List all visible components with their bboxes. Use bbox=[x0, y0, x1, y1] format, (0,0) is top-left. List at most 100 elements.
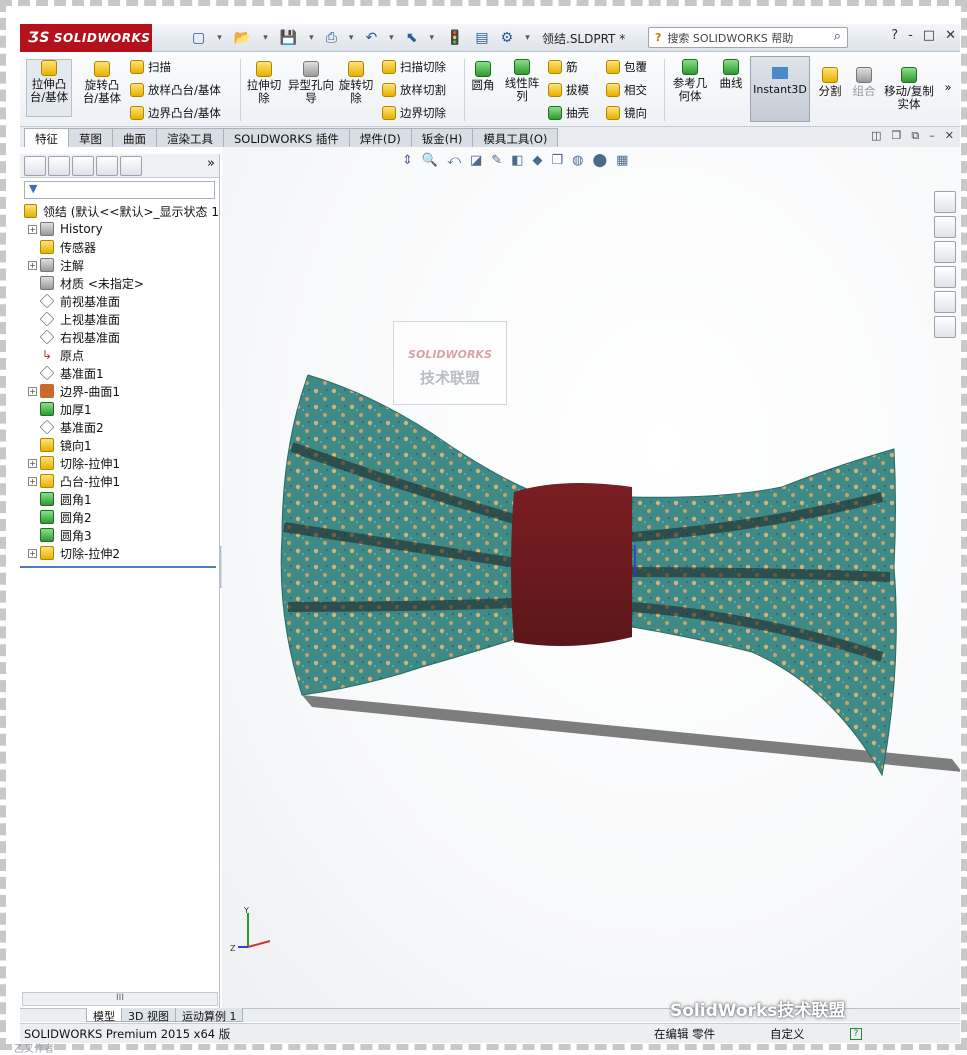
tree-item-top-plane[interactable]: 上视基准面 bbox=[20, 310, 219, 328]
extrude-cut-button[interactable]: 拉伸切除 bbox=[244, 61, 284, 105]
wrap-icon bbox=[606, 60, 620, 74]
options-icon[interactable]: ⚙ bbox=[501, 30, 514, 46]
tree-root[interactable]: 领结 (默认<<默认>_显示状态 1 bbox=[20, 202, 219, 220]
tree-item-mirror1[interactable]: 镜向1 bbox=[20, 436, 219, 454]
minimize-view-icon[interactable]: – bbox=[929, 129, 935, 143]
tree-item-origin[interactable]: ↳ 原点 bbox=[20, 346, 219, 364]
tree-item-front-plane[interactable]: 前视基准面 bbox=[20, 292, 219, 310]
instant3d-button[interactable]: Instant3D bbox=[750, 56, 810, 122]
extrude-boss-button[interactable]: 拉伸凸台/基体 bbox=[26, 59, 72, 117]
property-manager-tab[interactable] bbox=[48, 156, 70, 176]
tab-surfaces[interactable]: 曲面 bbox=[112, 128, 157, 147]
tab-weldments[interactable]: 焊件(D) bbox=[348, 128, 412, 147]
graphics-area[interactable]: ⇕ 🔍 ⤺ ◪ ✎ ◧ ◆ ❒ ◍ ⬤ ▦ SOLIDWORKS 技术联盟 Y … bbox=[222, 147, 960, 1008]
tree-item-right-plane[interactable]: 右视基准面 bbox=[20, 328, 219, 346]
more-tabs-icon[interactable]: » bbox=[207, 156, 215, 175]
tree-item-fillet1[interactable]: 圆角1 bbox=[20, 490, 219, 508]
configuration-manager-tab[interactable] bbox=[72, 156, 94, 176]
tree-item-fillet2[interactable]: 圆角2 bbox=[20, 508, 219, 526]
loft-boss-button[interactable]: 放样凸台/基体 bbox=[130, 82, 221, 98]
tab-mold-tools[interactable]: 模具工具(O) bbox=[472, 128, 559, 147]
rib-icon bbox=[548, 60, 562, 74]
tab-3d-views[interactable]: 3D 视图 bbox=[121, 1008, 176, 1023]
split-view-icon[interactable]: ◫ bbox=[871, 129, 881, 143]
shell-button[interactable]: 抽壳 bbox=[548, 105, 589, 121]
dimxpert-manager-tab[interactable] bbox=[96, 156, 118, 176]
status-help-icon[interactable]: ? bbox=[850, 1027, 862, 1040]
bow-tie-model[interactable] bbox=[222, 147, 960, 1008]
expand-icon[interactable]: + bbox=[28, 476, 37, 486]
curves-button[interactable]: 曲线 bbox=[716, 59, 746, 90]
tree-item-cut-extrude1[interactable]: + 切除-拉伸1 bbox=[20, 454, 219, 472]
mirror-button[interactable]: 镜向 bbox=[606, 105, 647, 121]
sweep-cut-button[interactable]: 扫描切除 bbox=[382, 59, 446, 75]
intersect-button[interactable]: 相交 bbox=[606, 82, 647, 98]
help-button[interactable]: ? bbox=[891, 28, 898, 43]
tree-item-boss-extrude1[interactable]: + 凸台-拉伸1 bbox=[20, 472, 219, 490]
status-units[interactable]: 自定义 bbox=[770, 1026, 805, 1042]
tree-item-plane1[interactable]: 基准面1 bbox=[20, 364, 219, 382]
minimize-button[interactable]: - bbox=[908, 28, 913, 43]
tree-item-cut-extrude2[interactable]: + 切除-拉伸2 bbox=[20, 544, 219, 562]
close-button[interactable]: ✕ bbox=[945, 28, 956, 43]
expand-icon[interactable]: + bbox=[28, 458, 37, 468]
help-search-input[interactable]: ? 搜索 SOLIDWORKS 帮助 ⌕ bbox=[648, 27, 848, 48]
display-manager-tab[interactable] bbox=[120, 156, 142, 176]
tree-item-history[interactable]: + History bbox=[20, 220, 219, 238]
select-icon[interactable]: ⬉ bbox=[406, 30, 418, 46]
ribbon-more-icon[interactable]: » bbox=[942, 81, 954, 94]
expand-icon[interactable]: + bbox=[28, 224, 37, 234]
tree-item-sensors[interactable]: 传感器 bbox=[20, 238, 219, 256]
revolve-boss-button[interactable]: 旋转凸台/基体 bbox=[78, 61, 126, 105]
boundary-boss-button[interactable]: 边界凸台/基体 bbox=[130, 105, 221, 121]
combine-button[interactable]: 组合 bbox=[850, 67, 878, 98]
tab-motion-study[interactable]: 运动算例 1 bbox=[174, 1008, 244, 1023]
tree-item-annotations[interactable]: + 注解 bbox=[20, 256, 219, 274]
save-icon[interactable]: 💾 bbox=[280, 30, 297, 46]
expand-icon[interactable]: + bbox=[28, 386, 37, 396]
expand-icon[interactable]: + bbox=[28, 260, 37, 270]
feature-manager-tab[interactable] bbox=[24, 156, 46, 176]
fillet-button[interactable]: 圆角 bbox=[468, 61, 498, 92]
loft-cut-button[interactable]: 放样切割 bbox=[382, 82, 446, 98]
rollback-bar[interactable] bbox=[20, 566, 216, 568]
tab-addins[interactable]: SOLIDWORKS 插件 bbox=[223, 128, 350, 147]
tree-scrollbar[interactable]: III bbox=[22, 992, 218, 1006]
wrap-button[interactable]: 包覆 bbox=[606, 59, 647, 75]
undo-icon[interactable]: ↶ bbox=[365, 30, 377, 46]
tile-view-icon[interactable]: ⧉ bbox=[911, 129, 919, 143]
close-view-icon[interactable]: ✕ bbox=[945, 129, 954, 143]
new-file-icon[interactable]: ▢ bbox=[192, 30, 205, 46]
tab-render-tools[interactable]: 渲染工具 bbox=[156, 128, 224, 147]
tab-model[interactable]: 模型 bbox=[86, 1008, 122, 1023]
solidworks-logo[interactable]: ƷS SOLIDWORKS bbox=[20, 23, 152, 52]
sweep-button[interactable]: 扫描 bbox=[130, 59, 171, 75]
hole-wizard-button[interactable]: 异型孔向导 bbox=[288, 61, 334, 105]
tree-item-thicken1[interactable]: 加厚1 bbox=[20, 400, 219, 418]
maximize-button[interactable]: □ bbox=[923, 28, 935, 43]
draft-button[interactable]: 拔模 bbox=[548, 82, 589, 98]
linear-pattern-button[interactable]: 线性阵列 bbox=[502, 59, 542, 103]
tab-sketch[interactable]: 草图 bbox=[68, 128, 113, 147]
tree-item-plane2[interactable]: 基准面2 bbox=[20, 418, 219, 436]
tree-filter-input[interactable]: ▼ bbox=[24, 181, 215, 199]
tab-features[interactable]: 特征 bbox=[24, 128, 69, 147]
tree-item-material[interactable]: 材质 <未指定> bbox=[20, 274, 219, 292]
reference-geometry-button[interactable]: 参考几何体 bbox=[668, 59, 712, 103]
tree-item-fillet3[interactable]: 圆角3 bbox=[20, 526, 219, 544]
open-icon[interactable]: 📂 bbox=[234, 30, 251, 46]
boundary-cut-button[interactable]: 边界切除 bbox=[382, 105, 446, 121]
print-icon[interactable]: ⎙ bbox=[326, 30, 337, 46]
expand-icon[interactable]: + bbox=[28, 548, 37, 558]
rebuild-icon[interactable]: 🚦 bbox=[446, 30, 463, 46]
revolve-cut-button[interactable]: 旋转切除 bbox=[336, 61, 376, 105]
tab-sheet-metal[interactable]: 钣金(H) bbox=[410, 128, 474, 147]
restore-view-icon[interactable]: ❐ bbox=[892, 129, 902, 143]
file-properties-icon[interactable]: ▤ bbox=[475, 30, 488, 46]
split-button[interactable]: 分割 bbox=[816, 67, 844, 98]
search-icon[interactable]: ⌕ bbox=[834, 29, 841, 44]
tree-item-boundary-surface1[interactable]: + 边界-曲面1 bbox=[20, 382, 219, 400]
rib-button[interactable]: 筋 bbox=[548, 59, 578, 75]
window-controls: ? - □ ✕ bbox=[891, 28, 956, 43]
move-copy-body-button[interactable]: 移动/复制实体 bbox=[884, 67, 934, 111]
